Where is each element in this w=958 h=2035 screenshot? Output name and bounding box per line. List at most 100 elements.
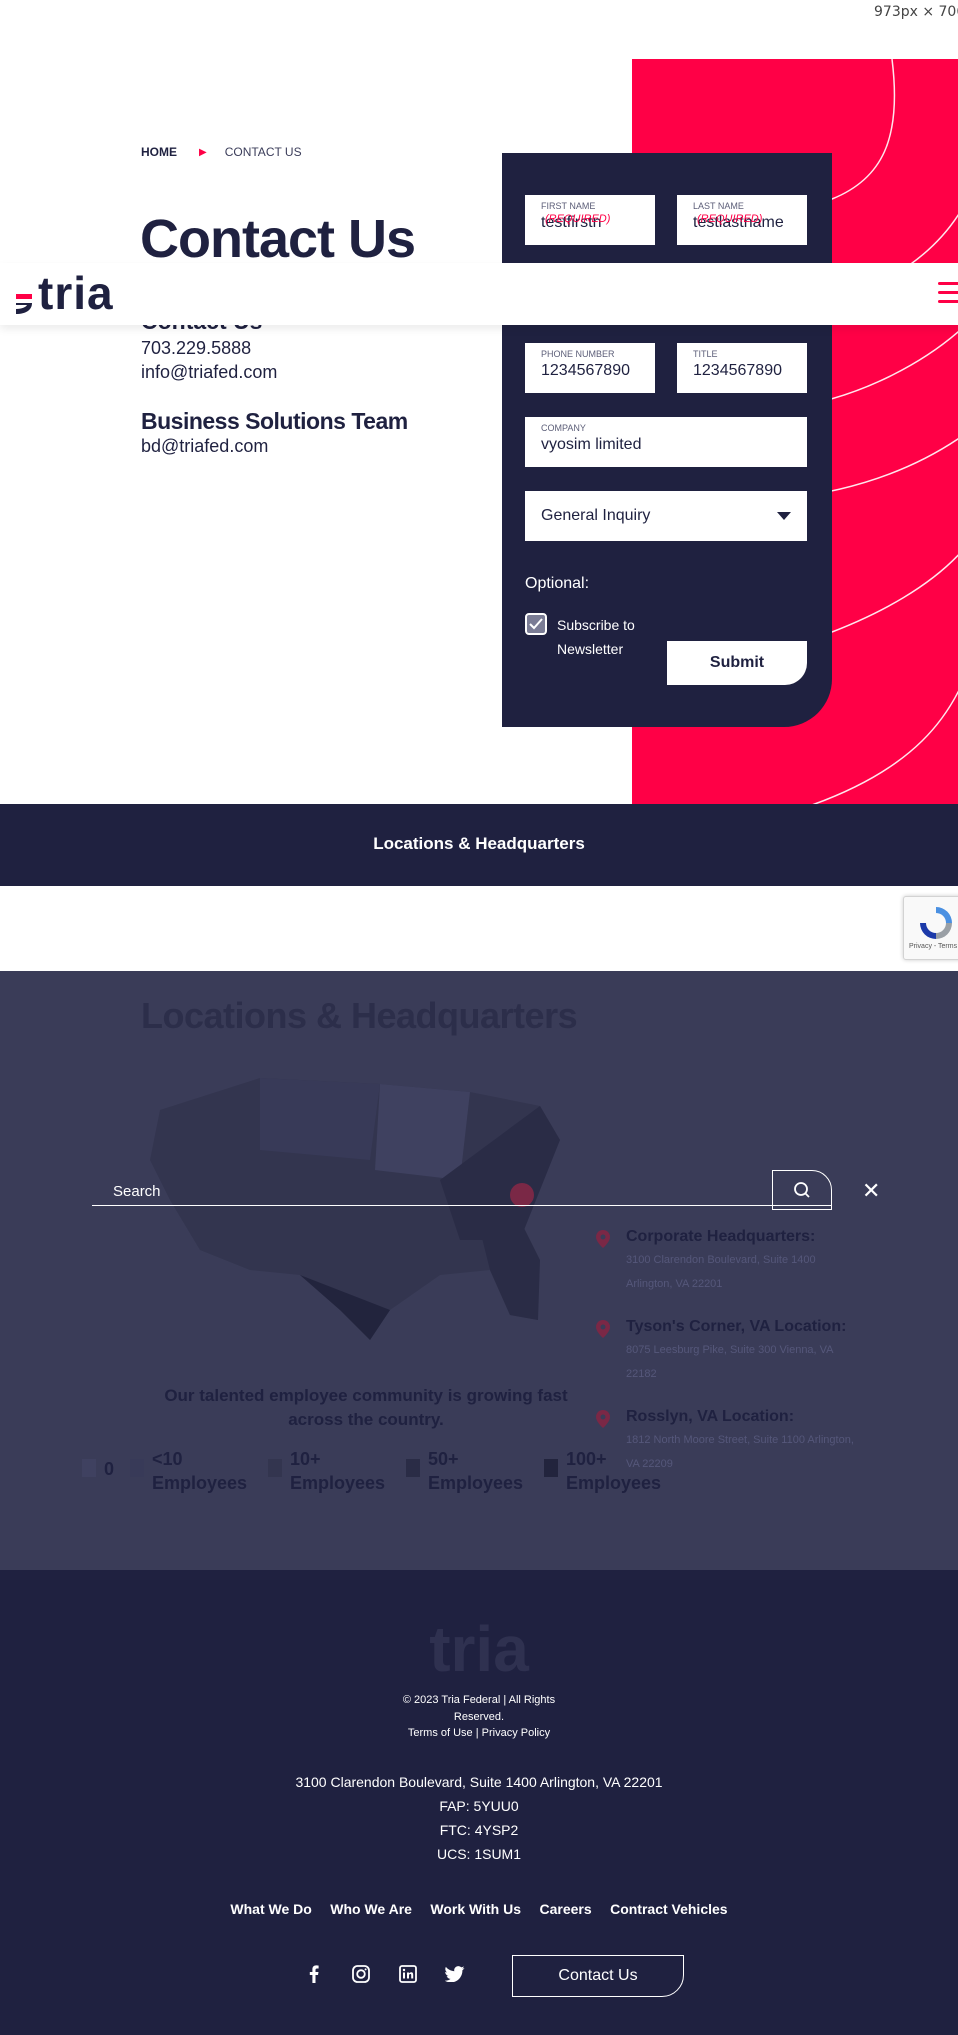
footer-legal-links: Terms of Use | Privacy Policy [379,1725,579,1742]
footer-nav-who-we-are[interactable]: Who We Are [330,1901,412,1917]
map-pin-icon [596,1320,610,1338]
subscribe-checkbox[interactable] [525,613,547,635]
recaptcha-icon [920,907,952,939]
site-footer: tria © 2023 Tria Federal | All Rights Re… [0,1570,958,2035]
inquiry-type-select[interactable]: General Inquiry [525,491,807,541]
location-address: 3100 Clarendon Boulevard, Suite 1400 Arl… [626,1254,816,1290]
last-name-field[interactable]: LAST NAME (REQUIRED) testlastname [677,195,807,245]
caret-down-icon [777,512,791,520]
site-header: tria [0,263,958,325]
footer-nav-what-we-do[interactable]: What We Do [230,1901,311,1917]
privacy-link[interactable]: Privacy Policy [482,1727,550,1739]
legend-item: 100+ Employees [544,1447,666,1495]
search-input[interactable]: Search [113,1183,161,1200]
inquiry-type-value: General Inquiry [541,507,651,524]
twitter-icon[interactable] [443,1962,467,1986]
legend-item: 50+ Employees [406,1447,528,1495]
social-links [302,1962,490,1986]
last-name-required: (REQUIRED) [697,213,763,225]
hamburger-menu-icon[interactable] [938,282,958,306]
breadcrumb-home[interactable]: HOME [141,145,177,159]
legend-label: <10 Employees [152,1449,248,1493]
phone-number-field[interactable]: PHONE NUMBER 1234567890 [525,343,655,393]
footer-address: 3100 Clarendon Boulevard, Suite 1400 Arl… [295,1774,663,1790]
company-value: vyosim limited [541,436,642,453]
tria-logo-mark-icon [14,280,34,314]
first-name-label: FIRST NAME [541,201,596,211]
phone-number-label: PHONE NUMBER [541,349,615,359]
search-underline [92,1205,832,1206]
checkmark-icon [529,618,543,630]
tria-logo-text: tria [38,267,114,319]
contact-phone[interactable]: 703.229.5888 [141,338,251,359]
legend-item: 0 [82,1447,114,1481]
footer-copyright-2: Reserved. [453,1711,505,1723]
location-name: Corporate Headquarters: [626,1228,816,1245]
tria-logo[interactable]: tria [14,267,114,319]
legend-item: <10 Employees [130,1447,252,1495]
footer-ucs: UCS: 1SUM1 [436,1846,522,1862]
dimensions-readout: 973px × 706px [874,4,958,20]
recaptcha-links[interactable]: Privacy - Terms [909,943,957,950]
title-field[interactable]: TITLE 1234567890 [677,343,807,393]
contact-form: FIRST NAME (REQUIRED) testfirstn LAST NA… [502,153,832,727]
linkedin-icon[interactable] [396,1962,420,1986]
location-name: Rosslyn, VA Location: [626,1408,795,1425]
page-title: Contact Us [140,209,416,269]
subscribe-label[interactable]: Subscribe to Newsletter [557,613,647,661]
legend-swatch [82,1459,96,1477]
legend-swatch [544,1459,559,1477]
breadcrumb: HOME ▶ CONTACT US [141,145,302,159]
title-value: 1234567890 [693,362,782,379]
facebook-icon[interactable] [302,1962,326,1986]
employee-growth-text: Our talented employee community is growi… [164,1386,568,1429]
legend-label: 50+ Employees [428,1449,524,1493]
instagram-icon[interactable] [349,1962,373,1986]
legend-swatch [406,1459,421,1477]
phone-number-value: 1234567890 [541,362,630,379]
footer-nav-careers[interactable]: Careers [539,1901,591,1917]
footer-ftc: FTC: 4YSP2 [439,1822,519,1838]
footer-nav-contract-vehicles[interactable]: Contract Vehicles [610,1901,728,1917]
location-item[interactable]: Tyson's Corner, VA Location: 8075 Leesbu… [596,1318,856,1386]
footer-copyright: © 2023 Tria Federal | All Rights [402,1694,556,1706]
close-icon[interactable]: ✕ [862,1180,880,1202]
search-button[interactable] [772,1170,832,1210]
chevron-right-icon: ▶ [199,146,207,158]
legend-swatch [130,1459,145,1477]
location-name: Tyson's Corner, VA Location: [626,1318,847,1335]
footer-contact-button[interactable]: Contact Us [512,1955,684,1997]
optional-label: Optional: [525,575,590,592]
footer-logo[interactable]: tria [0,1612,958,1686]
footer-nav: What We Do Who We Are Work With Us Caree… [0,1901,958,1919]
map-pin-icon [596,1230,610,1248]
us-map [150,1078,560,1340]
locations-title: Locations & Headquarters [141,995,578,1036]
submit-button[interactable]: Submit [667,641,807,685]
company-field[interactable]: COMPANY vyosim limited [525,417,807,467]
location-item[interactable]: Corporate Headquarters: 3100 Clarendon B… [596,1228,856,1296]
locations-band: Locations & Headquarters [0,804,958,886]
search-icon [794,1182,810,1198]
location-address: 8075 Leesburg Pike, Suite 300 Vienna, VA… [626,1344,833,1380]
legend-label: 10+ Employees [290,1449,386,1493]
first-name-field[interactable]: FIRST NAME (REQUIRED) testfirstn [525,195,655,245]
footer-nav-work-with-us[interactable]: Work With Us [430,1901,521,1917]
company-label: COMPANY [541,423,586,433]
footer-fap: FAP: 5YUU0 [439,1798,519,1814]
terms-link[interactable]: Terms of Use [408,1727,473,1739]
breadcrumb-current: CONTACT US [224,145,302,159]
last-name-label: LAST NAME [693,201,744,211]
legend-item: 10+ Employees [268,1447,390,1495]
title-label: TITLE [693,349,718,359]
business-solutions-heading: Business Solutions Team [141,408,408,434]
recaptcha-badge[interactable]: Privacy - Terms [903,896,958,960]
legend-label: 100+ Employees [566,1449,662,1493]
legend-swatch [268,1459,283,1477]
locations-band-title[interactable]: Locations & Headquarters [0,834,958,854]
map-pin-icon [596,1410,610,1428]
contact-email[interactable]: info@triafed.com [141,362,277,383]
legend-label: 0 [104,1459,115,1479]
business-solutions-email[interactable]: bd@triafed.com [141,436,268,457]
legal-separator: | [475,1727,479,1739]
